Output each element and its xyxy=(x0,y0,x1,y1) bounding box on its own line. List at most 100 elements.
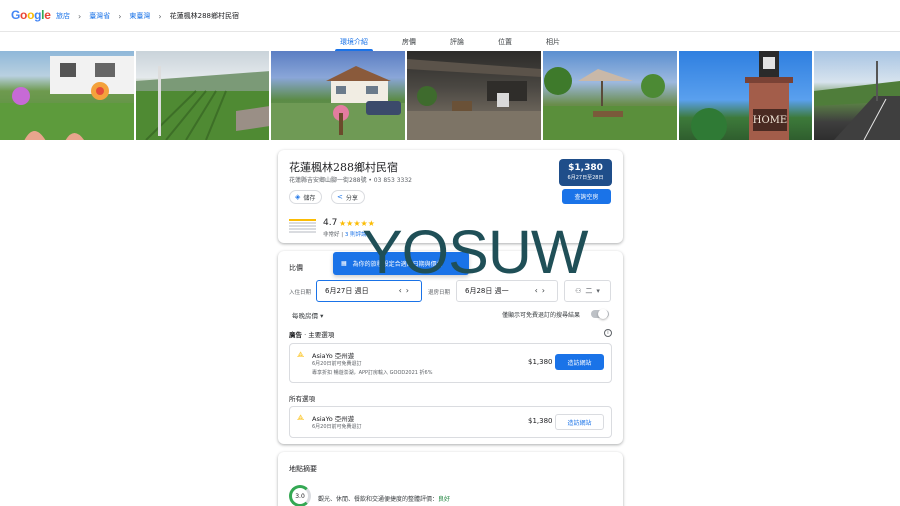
checkout-value: 6月28日 週一 xyxy=(465,287,509,295)
photo-garden[interactable] xyxy=(0,51,134,140)
patio-image xyxy=(407,59,541,140)
section-title-compare: 比價 xyxy=(289,264,303,272)
rating-word: 非常好 xyxy=(323,232,340,238)
offer-price: $1,380 xyxy=(528,358,553,366)
photo-house[interactable] xyxy=(271,51,406,140)
guests-value: 二 xyxy=(585,287,593,295)
tab-prices[interactable]: 房價 xyxy=(385,34,433,50)
date-arrows-icon[interactable]: ‹› xyxy=(535,286,549,295)
person-icon: ⚇ xyxy=(575,287,582,295)
photo-patio[interactable] xyxy=(407,51,541,140)
rating-description: 非常好 | 3 則評論 xyxy=(323,232,367,238)
breadcrumb-item-taiwan[interactable]: 臺灣省 xyxy=(89,11,110,21)
ads-label: 廣告 xyxy=(289,331,302,339)
rating-bar xyxy=(289,222,316,224)
free-cancel-toggle[interactable] xyxy=(591,309,609,319)
rating-bar xyxy=(289,231,316,233)
section-tabs: 環境介紹 房價 評論 位置 相片 xyxy=(0,34,900,51)
field-image xyxy=(135,66,270,140)
price-amount: $1,380 xyxy=(568,163,603,173)
info-icon[interactable]: i xyxy=(604,329,612,337)
offer-card-ad: ⟁ AsiaYo 亞州遊 6月20日前可免費退訂 專享折扣 暢遊澎湖，APP訂房… xyxy=(289,343,612,383)
house-image xyxy=(271,66,406,140)
all-options-heading: 所有選項 xyxy=(289,395,315,403)
caret-down-icon: ▾ xyxy=(320,312,324,320)
rating-bar xyxy=(289,219,316,221)
photo-field[interactable] xyxy=(135,51,270,140)
road-image xyxy=(814,61,900,140)
caret-down-icon: ▾ xyxy=(596,287,600,295)
date-arrows-icon[interactable]: ‹› xyxy=(399,286,413,295)
logo-letter: G xyxy=(11,8,21,22)
hotel-address: 花蓮縣吉安鄉山腳一街288號 • 03 853 3332 xyxy=(289,177,412,184)
watermark-text: YOSUW xyxy=(362,218,588,286)
location-rating-word: 良好 xyxy=(438,496,451,503)
bookmark-icon: ◈ xyxy=(295,193,301,201)
save-button[interactable]: ◈ 儲存 xyxy=(289,190,323,204)
share-button[interactable]: < 分享 xyxy=(331,190,365,204)
asiayo-logo-icon: ⟁ xyxy=(297,350,305,359)
breadcrumb-item-hotels[interactable]: 旅店 xyxy=(56,11,70,21)
chevron-right-icon: › xyxy=(78,11,82,21)
photo-home-sign[interactable]: HOME xyxy=(678,51,813,140)
visit-site-button[interactable]: 造訪網站 xyxy=(555,414,604,430)
location-score: 3.0 xyxy=(295,492,305,500)
price-badge[interactable]: $1,380 6月27日至28日 xyxy=(559,159,612,186)
location-summary-section: 地點摘要 3.0 觀光、休閒、餐飲和交通便捷度的整體評價：良好 xyxy=(278,452,623,506)
check-availability-button[interactable]: 查詢空房 xyxy=(562,189,611,204)
rating-bar xyxy=(289,225,316,227)
checkin-label: 入住日期 xyxy=(289,290,312,296)
offer-card: ⟁ AsiaYo 亞州遊 6月20日前可免費退訂 $1,380 造訪網站 xyxy=(289,406,612,438)
tab-overview[interactable]: 環境介紹 xyxy=(323,34,385,51)
checkin-value: 6月27日 週日 xyxy=(325,287,369,295)
garden-decor-image xyxy=(0,56,134,140)
chevron-right-icon: › xyxy=(118,11,122,21)
ads-heading: 廣告 · 主要選項 xyxy=(289,329,334,339)
logo-letter: o xyxy=(27,8,35,22)
share-icon: < xyxy=(337,193,343,201)
save-label: 儲存 xyxy=(303,194,316,202)
photo-umbrella-garden[interactable] xyxy=(542,51,677,140)
nightly-label: 每晚房價 xyxy=(292,312,318,320)
breadcrumb-item-east-taiwan[interactable]: 東臺灣 xyxy=(129,11,150,21)
top-bar: Google 旅店 › 臺灣省 › 東臺灣 › 花蓮楓林288鄉村民宿 xyxy=(0,0,900,32)
location-description: 觀光、休閒、餐飲和交通便捷度的整體評價：良好 xyxy=(318,494,450,503)
checkout-label: 退房日期 xyxy=(428,290,451,296)
logo-letter: o xyxy=(20,8,28,22)
rating-bar xyxy=(289,228,316,230)
photo-strip: HOME xyxy=(0,51,900,140)
google-logo[interactable]: Google xyxy=(11,8,51,22)
hotel-name: 花蓮楓林288鄉村民宿 xyxy=(289,161,398,174)
offer-cancel-note: 6月20日前可免費退訂 xyxy=(312,424,362,430)
offer-promo: 專享折扣 暢遊澎湖，APP訂房輸入 GOOD2021 折6% xyxy=(312,370,433,376)
chevron-right-icon: › xyxy=(158,11,162,21)
logo-letter: e xyxy=(44,8,51,22)
ads-sub: · 主要選項 xyxy=(304,331,335,339)
section-title-location: 地點摘要 xyxy=(289,465,317,473)
photo-road[interactable] xyxy=(814,51,900,140)
location-text: 觀光、休閒、餐飲和交通便捷度的整體評價： xyxy=(318,496,439,503)
breadcrumb-item-current: 花蓮楓林288鄉村民宿 xyxy=(169,12,239,20)
offer-provider: AsiaYo 亞州遊 xyxy=(312,352,355,360)
nightly-price-dropdown[interactable]: 每晚房價 ▾ xyxy=(292,310,323,320)
visit-site-button[interactable]: 造訪網站 xyxy=(555,354,604,370)
tab-photos[interactable]: 相片 xyxy=(529,34,577,50)
umbrella-garden-image xyxy=(542,67,677,140)
offer-provider: AsiaYo 亞州遊 xyxy=(312,415,355,423)
share-label: 分享 xyxy=(345,194,358,202)
home-sign-image: HOME xyxy=(690,51,793,140)
tab-reviews[interactable]: 評論 xyxy=(433,34,481,50)
calendar-icon: ▦ xyxy=(341,260,347,267)
breadcrumb: 旅店 › 臺灣省 › 東臺灣 › 花蓮楓林288鄉村民宿 xyxy=(56,11,239,21)
svg-text:HOME: HOME xyxy=(752,115,786,126)
rating-score: 4.7 xyxy=(323,218,338,228)
offer-price: $1,380 xyxy=(528,417,553,425)
tab-location[interactable]: 位置 xyxy=(481,34,529,50)
asiayo-logo-icon: ⟁ xyxy=(297,413,305,422)
location-score-ring: 3.0 xyxy=(289,485,311,506)
rating-distribution xyxy=(289,219,316,234)
free-cancel-label: 僅顯示可免費退訂的搜尋結果 xyxy=(502,312,581,319)
offer-cancel-note: 6月20日前可免費退訂 xyxy=(312,361,362,367)
price-dates: 6月27日至28日 xyxy=(567,175,604,181)
logo-letter: g xyxy=(34,8,42,22)
